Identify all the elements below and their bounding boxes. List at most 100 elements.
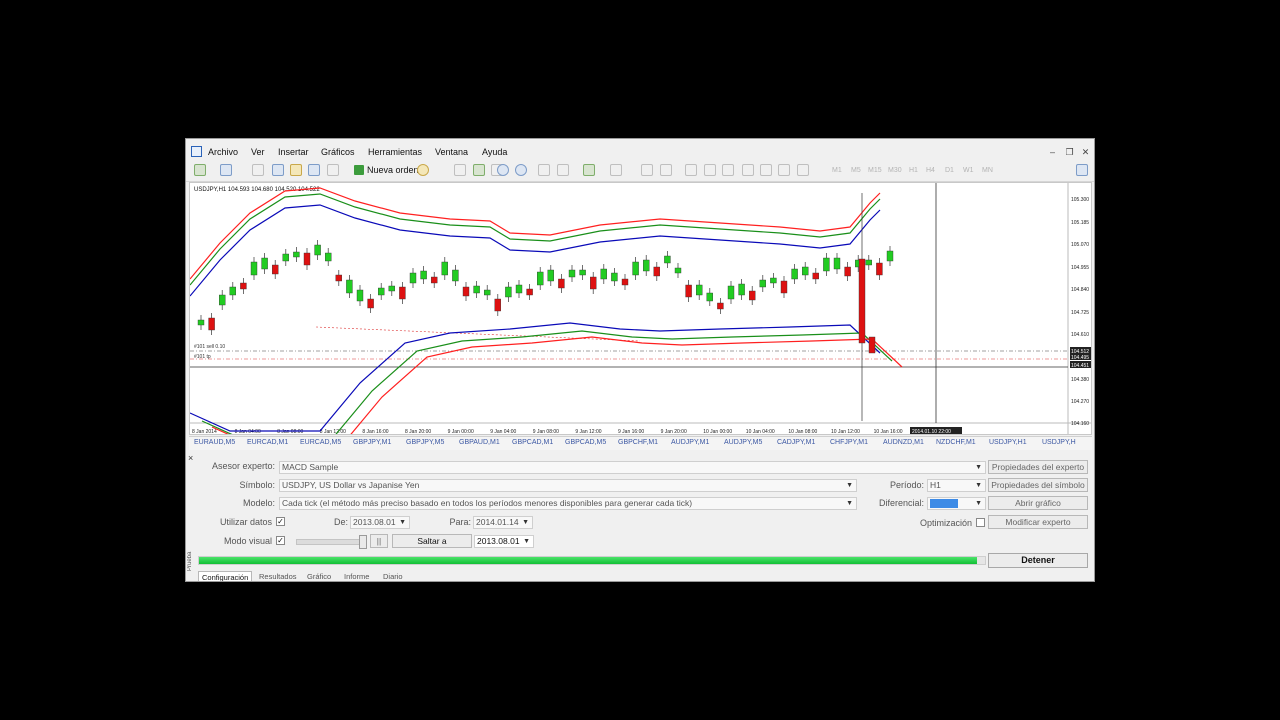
autoscroll-icon[interactable] <box>538 164 550 176</box>
timeframe-mn[interactable]: MN <box>982 167 993 174</box>
timeframe-m15[interactable]: M15 <box>868 167 882 174</box>
stop-button[interactable]: Detener <box>988 553 1088 568</box>
expert-select[interactable]: MACD Sample ▼ <box>279 461 986 474</box>
periods-icon[interactable] <box>610 164 622 176</box>
skip-to-button[interactable]: Saltar a <box>392 534 472 548</box>
visual-mode-checkbox[interactable]: ✓ <box>276 536 285 545</box>
use-dates-checkbox[interactable]: ✓ <box>276 517 285 526</box>
vertical-line-icon[interactable] <box>685 164 697 176</box>
from-date-input[interactable]: 2013.08.01 ▼ <box>350 516 410 529</box>
timeframe-w1[interactable]: W1 <box>963 167 974 174</box>
close-panel-icon[interactable]: × <box>188 453 193 463</box>
menu-ventana[interactable]: Ventana <box>435 147 468 157</box>
chart-tab[interactable]: GBPCAD,M1 <box>512 439 553 446</box>
skip-to-date-input[interactable]: 2013.08.01 ▼ <box>474 535 534 548</box>
tab-diario[interactable]: Diario <box>380 571 406 581</box>
chart-tab[interactable]: GBPJPY,M5 <box>406 439 444 446</box>
bull-candle <box>886 250 894 262</box>
chart-tab[interactable]: GBPAUD,M1 <box>459 439 500 446</box>
chart-tab[interactable]: GBPCAD,M5 <box>565 439 606 446</box>
symbol-select[interactable]: USDJPY, US Dollar vs Japanise Yen ▼ <box>279 479 857 492</box>
model-select[interactable]: Cada tick (el método más preciso basado … <box>279 497 857 510</box>
chart-tab[interactable]: EURAUD,M5 <box>194 439 235 446</box>
channel-icon[interactable] <box>742 164 754 176</box>
cursor-icon[interactable] <box>641 164 653 176</box>
strategy-tester-panel: × Prueba Asesor experto: MACD Sample ▼ Pr… <box>186 451 1094 581</box>
timeframe-m5[interactable]: M5 <box>851 167 861 174</box>
open-chart-button[interactable]: Abrir gráfico <box>988 496 1088 510</box>
chart-tab[interactable]: CHFJPY,M1 <box>830 439 868 446</box>
tab-grafico[interactable]: Gráfico <box>304 571 334 581</box>
tab-informe[interactable]: Informe <box>341 571 372 581</box>
chart-shift-icon[interactable] <box>557 164 569 176</box>
chart-tab[interactable]: CADJPY,M1 <box>777 439 815 446</box>
restore-icon[interactable]: ❐ <box>1063 147 1076 158</box>
chart-tab[interactable]: AUDJPY,M1 <box>671 439 709 446</box>
chart-tab[interactable]: USDJPY,H <box>1042 439 1076 446</box>
crosshair-icon[interactable] <box>660 164 672 176</box>
timeframe-d1[interactable]: D1 <box>945 167 954 174</box>
spread-select[interactable]: ▼ <box>927 497 986 510</box>
chart-tab[interactable]: AUDJPY,M5 <box>724 439 762 446</box>
menu-graficos[interactable]: Gráficos <box>321 147 355 157</box>
label-icon[interactable] <box>778 164 790 176</box>
profiles-icon[interactable] <box>220 164 232 176</box>
spread-value-highlight <box>930 499 958 508</box>
chart-tab[interactable]: GBPCHF,M1 <box>618 439 658 446</box>
menu-ver[interactable]: Ver <box>251 147 265 157</box>
optimization-checkbox[interactable] <box>976 518 985 527</box>
timeframe-h4[interactable]: H4 <box>926 167 935 174</box>
bear-candle <box>558 278 565 289</box>
text-icon[interactable] <box>760 164 772 176</box>
navigator-icon[interactable] <box>290 164 302 176</box>
modify-expert-button[interactable]: Modificar experto <box>988 515 1088 529</box>
price-chart[interactable]: USDJPY,H1 104.593 104.680 104.520 104.52… <box>189 182 1092 435</box>
zoom-out-icon[interactable] <box>515 164 527 176</box>
close-icon[interactable]: ✕ <box>1079 147 1092 158</box>
chart-tab[interactable]: NZDCHF,M1 <box>936 439 976 446</box>
bar-chart-icon[interactable] <box>454 164 466 176</box>
new-order-button[interactable]: Nueva orden <box>352 163 423 178</box>
period-select[interactable]: H1 ▼ <box>927 479 986 492</box>
chart-tab[interactable]: EURCAD,M1 <box>247 439 288 446</box>
chat-icon[interactable] <box>1076 164 1088 176</box>
menu-insertar[interactable]: Insertar <box>278 147 309 157</box>
menu-herramientas[interactable]: Herramientas <box>368 147 422 157</box>
chart-tab[interactable]: USDJPY,H1 <box>989 439 1027 446</box>
market-watch-icon[interactable] <box>252 164 264 176</box>
bull-candle <box>802 266 809 276</box>
chart-tab[interactable]: AUDNZD,M1 <box>883 439 924 446</box>
candlestick-icon[interactable] <box>473 164 485 176</box>
timeframe-m1[interactable]: M1 <box>832 167 842 174</box>
bear-candle <box>653 266 660 277</box>
timeframe-m30[interactable]: M30 <box>888 167 902 174</box>
indicators-icon[interactable] <box>583 164 595 176</box>
zoom-in-icon[interactable] <box>497 164 509 176</box>
autotrading-icon[interactable] <box>417 164 429 176</box>
tab-configuracion[interactable]: Configuración <box>198 571 253 581</box>
minimize-icon[interactable]: – <box>1046 147 1059 158</box>
data-window-icon[interactable] <box>272 164 284 176</box>
bull-candle <box>261 257 268 270</box>
trendline-icon[interactable] <box>722 164 734 176</box>
bull-candle <box>696 284 703 296</box>
new-chart-icon[interactable] <box>194 164 206 176</box>
bear-candle <box>876 262 883 276</box>
expert-properties-button[interactable]: Propiedades del experto <box>988 460 1088 474</box>
symbol-properties-button[interactable]: Propiedades del símbolo <box>988 478 1088 492</box>
menu-archivo[interactable]: Archivo <box>208 147 238 157</box>
timeframe-h1[interactable]: H1 <box>909 167 918 174</box>
time-axis-label: 9 Jan 04:00 <box>490 429 516 434</box>
horizontal-line-icon[interactable] <box>704 164 716 176</box>
tab-resultados[interactable]: Resultados <box>256 571 300 581</box>
pause-button[interactable]: || <box>370 534 388 548</box>
to-date-input[interactable]: 2014.01.14 ▼ <box>473 516 533 529</box>
strategy-tester-icon[interactable] <box>327 164 339 176</box>
menu-ayuda[interactable]: Ayuda <box>482 147 507 157</box>
slider-handle[interactable] <box>359 535 367 549</box>
arrows-icon[interactable] <box>797 164 809 176</box>
chart-tab[interactable]: EURCAD,M5 <box>300 439 341 446</box>
speed-slider[interactable] <box>296 535 367 549</box>
chart-tab[interactable]: GBPJPY,M1 <box>353 439 391 446</box>
terminal-icon[interactable] <box>308 164 320 176</box>
